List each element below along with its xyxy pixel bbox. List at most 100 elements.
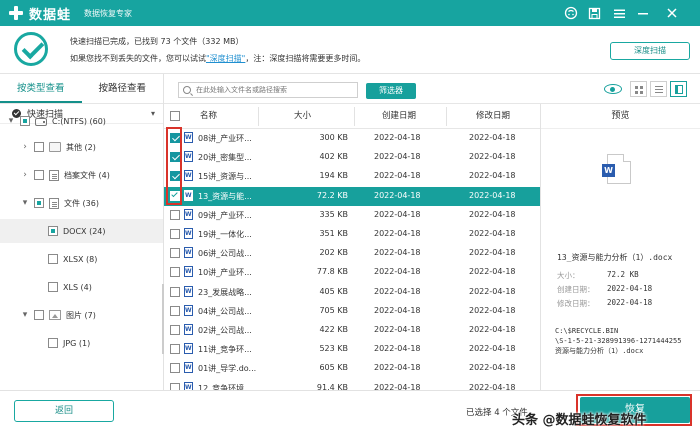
tree-checkbox[interactable] [34,310,44,320]
row-checkbox[interactable] [170,248,180,259]
row-checkbox[interactable] [170,344,180,355]
row-checkbox[interactable] [170,363,180,374]
col-modified-header[interactable]: 修改日期 [476,104,510,129]
deep-scan-link[interactable]: "深度扫描" [206,54,245,63]
tree-checkbox[interactable] [34,142,44,152]
table-row[interactable]: 19讲_一体化... 351 KB 2022-04-18 2022-04-18 [164,225,540,244]
search-box[interactable] [178,82,358,98]
tree-item[interactable]: › 其他 (2) [20,135,96,159]
table-row[interactable]: 04讲_公司战... 705 KB 2022-04-18 2022-04-18 [164,302,540,321]
close-icon[interactable] [664,5,680,21]
table-row[interactable]: 20讲_密集型... 402 KB 2022-04-18 2022-04-18 [164,148,540,167]
table-row[interactable]: 10讲_产业环... 77.8 KB 2022-04-18 2022-04-18 [164,263,540,282]
title-bar: 数据蛙 数据恢复专家 [0,0,700,26]
tree-checkbox[interactable] [20,116,30,126]
file-name: 13_资源与能... [198,191,252,201]
modified-date: 2022-04-18 [469,363,516,373]
file-size: 335 KB [319,209,348,219]
tree-checkbox[interactable] [34,198,44,208]
tree-item[interactable]: ▾ C:(NTFS) (60) [6,109,106,133]
table-row[interactable]: 13_资源与能... 72.2 KB 2022-04-18 2022-04-18 [164,186,540,206]
chevron-right-icon[interactable]: › [20,170,30,180]
tree-item[interactable]: JPG (1) [48,331,90,355]
row-checkbox[interactable] [170,305,180,316]
row-checkbox[interactable] [170,209,180,220]
search-input[interactable] [196,86,356,94]
tree-item-label: XLSX (8) [63,254,98,264]
col-size-header[interactable]: 大小 [294,104,311,129]
row-checkbox[interactable] [170,325,180,335]
chevron-down-icon[interactable]: ▾ [6,116,16,126]
table-row[interactable]: 12_竞争环境... 91.4 KB 2022-04-18 2022-04-18 [164,379,540,390]
tab-by-path[interactable]: 按路径查看 [82,74,164,103]
select-all-checkbox[interactable] [170,111,180,121]
folder-icon [49,142,61,152]
file-name: 10讲_产业环... [198,268,252,278]
created-date: 2022-04-18 [374,363,421,373]
chevron-right-icon[interactable]: › [20,142,30,152]
tree-item-label: DOCX (24) [63,226,106,236]
table-row[interactable]: 11讲_竞争环... 523 KB 2022-04-18 2022-04-18 [164,340,540,359]
row-checkbox[interactable] [170,382,180,390]
file-size: 351 KB [319,229,348,238]
tree-item-label: 文件 (36) [64,198,99,208]
created-date: 2022-04-18 [374,190,421,200]
save-icon[interactable] [586,5,602,21]
deep-scan-button[interactable]: 深度扫描 [610,42,690,60]
grid-view-button[interactable] [630,81,647,97]
table-row[interactable]: 06讲_公司战... 202 KB 2022-04-18 2022-04-18 [164,244,540,263]
tab-by-type[interactable]: 按类型查看 [0,74,82,103]
table-row[interactable]: 23_发展战略... 405 KB 2022-04-18 2022-04-18 [164,283,540,302]
col-name-header[interactable]: 名称 [200,104,217,129]
tree-item-label: 其他 (2) [66,142,96,152]
created-date: 2022-04-18 [374,229,421,238]
word-file-icon [184,324,193,335]
chevron-down-icon[interactable]: ▾ [20,198,30,208]
tree-item[interactable]: › 档案文件 (4) [20,163,110,187]
back-button[interactable]: 返回 [14,400,114,422]
row-checkbox[interactable] [170,152,180,163]
chevron-down-icon[interactable]: ▾ [20,310,30,320]
row-checkbox[interactable] [170,267,180,278]
row-checkbox[interactable] [170,286,180,297]
file-size: 705 KB [319,305,348,315]
filter-button[interactable]: 筛选器 [366,83,416,99]
tree-item[interactable]: ▾ 图片 (7) [20,303,96,327]
tree-item[interactable]: XLS (4) [48,275,92,299]
tree-item[interactable]: ▾ 文件 (36) [20,191,99,215]
tree-checkbox[interactable] [48,226,58,236]
row-checkbox[interactable] [170,229,180,239]
modified-date: 2022-04-18 [469,133,516,142]
file-name: 20讲_密集型... [198,153,252,163]
tree-item[interactable]: XLSX (8) [48,247,97,271]
tree-item-label: 图片 (7) [66,310,96,320]
document-icon [49,169,59,181]
detail-view-button[interactable] [670,81,687,97]
modified-date: 2022-04-18 [469,209,516,219]
category-sidebar: 按类型查看 按路径查看 快速扫描 ▾ ▾ C:(NTFS) (60) › 其他 (2)… [0,74,164,390]
table-row[interactable]: 01讲_导学.do... 605 KB 2022-04-18 2022-04-18 [164,359,540,378]
table-row[interactable]: 15讲_资源与... 194 KB 2022-04-18 2022-04-18 [164,167,540,186]
minimize-icon[interactable] [635,5,651,21]
word-file-icon [184,381,193,390]
row-checkbox[interactable] [170,133,180,143]
menu-icon[interactable] [611,5,627,21]
table-row[interactable]: 02讲_公司战... 422 KB 2022-04-18 2022-04-18 [164,321,540,340]
row-checkbox[interactable] [170,171,180,182]
table-row[interactable]: 08讲_产业环... 300 KB 2022-04-18 2022-04-18 [164,129,540,148]
tree-checkbox[interactable] [48,338,58,348]
file-name: 12_竞争环境... [198,383,252,390]
tree-checkbox[interactable] [34,170,44,180]
word-file-icon [184,247,193,259]
footer-bar: 返回 已选择 4 个文件 恢复 头条 @数据蛙恢复软件 [0,390,700,440]
feedback-icon[interactable] [563,5,579,21]
tree-item-label: 档案文件 (4) [64,170,110,180]
preview-toggle-eye-icon[interactable] [604,84,622,94]
tree-item[interactable]: DOCX (24) [0,219,163,243]
col-created-header[interactable]: 创建日期 [382,104,416,129]
tree-checkbox[interactable] [48,282,58,292]
list-view-button[interactable] [650,81,667,97]
tree-checkbox[interactable] [48,254,58,264]
word-file-icon [184,362,193,374]
table-row[interactable]: 09讲_产业环... 335 KB 2022-04-18 2022-04-18 [164,206,540,225]
